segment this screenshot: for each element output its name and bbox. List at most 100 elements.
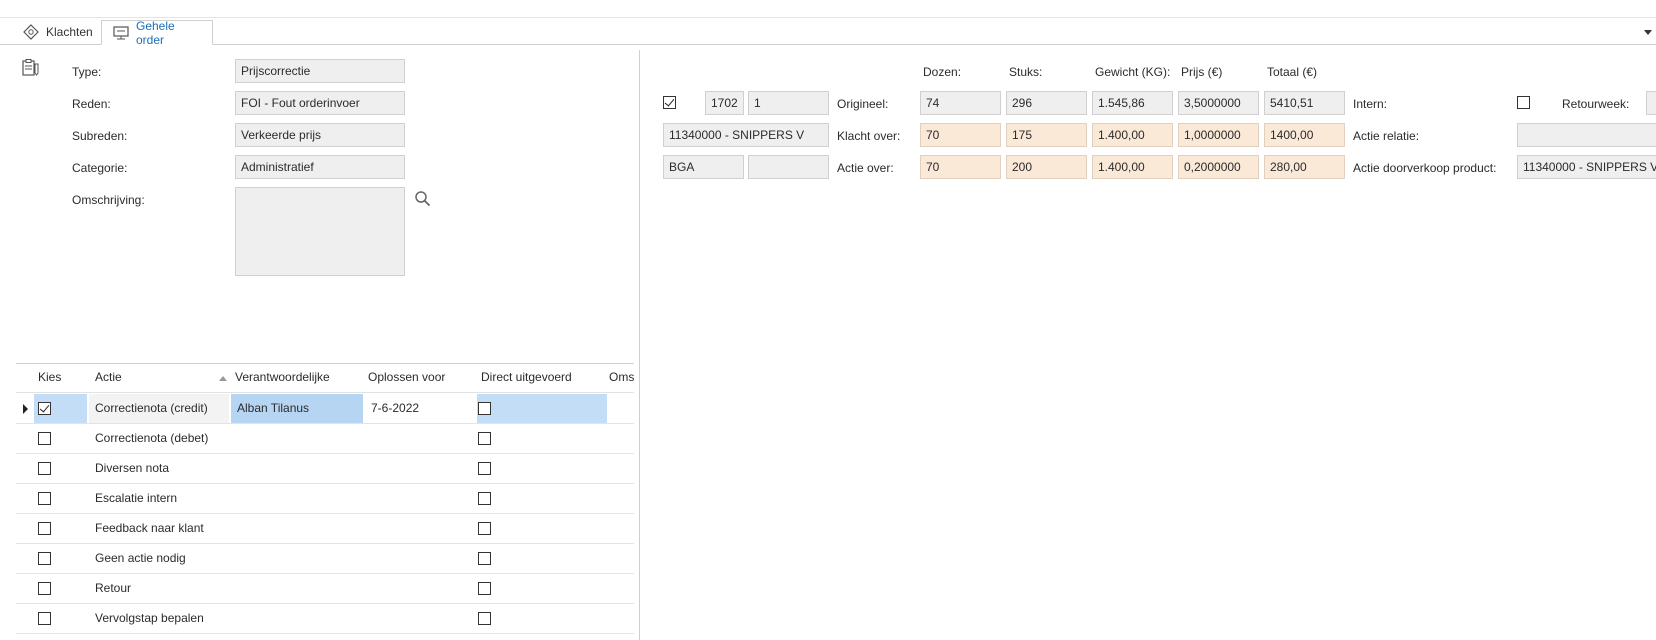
- actie-cell[interactable]: Geen actie nodig: [89, 544, 229, 573]
- verantwoordelijke-cell[interactable]: [231, 604, 363, 633]
- direct-uitgevoerd-checkbox[interactable]: [478, 582, 491, 595]
- column-header-actie[interactable]: Actie: [95, 370, 122, 384]
- kies-cell[interactable]: [34, 394, 87, 423]
- kies-checkbox[interactable]: [38, 462, 51, 475]
- actie-prijs-field[interactable]: 0,2000000: [1178, 155, 1259, 179]
- actie-cell[interactable]: Escalatie intern: [89, 484, 229, 513]
- direct-uitgevoerd-checkbox[interactable]: [478, 552, 491, 565]
- table-row[interactable]: Escalatie intern: [16, 484, 634, 514]
- tab-gehele-order[interactable]: Gehele order: [101, 19, 213, 47]
- omschrijving-textarea[interactable]: [235, 187, 405, 276]
- intern-checkbox[interactable]: [1517, 96, 1530, 109]
- actie-cell[interactable]: Diversen nota: [89, 454, 229, 483]
- direct-uitgevoerd-cell[interactable]: [477, 394, 607, 423]
- verantwoordelijke-cell[interactable]: [231, 514, 363, 543]
- kies-checkbox[interactable]: [38, 402, 51, 415]
- verantwoordelijke-cell[interactable]: [231, 484, 363, 513]
- kies-checkbox[interactable]: [38, 522, 51, 535]
- verantwoordelijke-cell[interactable]: [231, 424, 363, 453]
- origineel-gewicht-field[interactable]: 1.545,86: [1092, 91, 1173, 115]
- kies-cell[interactable]: [34, 484, 87, 513]
- direct-uitgevoerd-cell[interactable]: [477, 544, 607, 573]
- klacht-totaal-field[interactable]: 1400,00: [1264, 123, 1345, 147]
- chevron-down-icon[interactable]: [1644, 30, 1652, 35]
- kies-cell[interactable]: [34, 604, 87, 633]
- column-header-oplossen-voor[interactable]: Oplossen voor: [368, 370, 445, 384]
- kies-checkbox[interactable]: [38, 612, 51, 625]
- klacht-stuks-field[interactable]: 175: [1006, 123, 1087, 147]
- kies-checkbox[interactable]: [38, 582, 51, 595]
- verantwoordelijke-cell[interactable]: [231, 574, 363, 603]
- table-row[interactable]: Correctienota (credit) Alban Tilanus 7-6-2…: [16, 394, 634, 424]
- direct-uitgevoerd-cell[interactable]: [477, 514, 607, 543]
- actie-cell[interactable]: Vervolgstap bepalen: [89, 604, 229, 633]
- line-number-field[interactable]: 1: [748, 91, 829, 115]
- code-field[interactable]: BGA: [663, 155, 744, 179]
- actie-dozen-field[interactable]: 70: [920, 155, 1001, 179]
- column-header-oms[interactable]: Oms: [609, 370, 634, 384]
- kies-checkbox[interactable]: [38, 492, 51, 505]
- actie-gewicht-field[interactable]: 1.400,00: [1092, 155, 1173, 179]
- oplossen-voor-cell[interactable]: [365, 544, 475, 573]
- direct-uitgevoerd-cell[interactable]: [477, 574, 607, 603]
- kies-checkbox[interactable]: [38, 432, 51, 445]
- table-row[interactable]: Feedback naar klant: [16, 514, 634, 544]
- origineel-stuks-field[interactable]: 296: [1006, 91, 1087, 115]
- table-row[interactable]: Retour: [16, 574, 634, 604]
- verantwoordelijke-cell[interactable]: [231, 544, 363, 573]
- order-number-field[interactable]: 1702: [705, 91, 744, 115]
- actie-totaal-field[interactable]: 280,00: [1264, 155, 1345, 179]
- tab-klachten[interactable]: Klachten: [12, 20, 102, 44]
- actie-cell[interactable]: Correctienota (debet): [89, 424, 229, 453]
- klacht-gewicht-field[interactable]: 1.400,00: [1092, 123, 1173, 147]
- type-field[interactable]: Prijscorrectie: [235, 59, 405, 83]
- direct-uitgevoerd-checkbox[interactable]: [478, 432, 491, 445]
- oplossen-voor-cell[interactable]: [365, 574, 475, 603]
- search-icon[interactable]: [414, 190, 432, 211]
- verantwoordelijke-cell[interactable]: Alban Tilanus: [231, 394, 363, 423]
- product-field[interactable]: 11340000 - SNIPPERS V: [663, 123, 829, 147]
- kies-cell[interactable]: [34, 544, 87, 573]
- klacht-prijs-field[interactable]: 1,0000000: [1178, 123, 1259, 147]
- kies-checkbox[interactable]: [38, 552, 51, 565]
- actie-doorverkoop-field[interactable]: 11340000 - SNIPPERS V: [1517, 155, 1656, 179]
- column-header-kies[interactable]: Kies: [38, 370, 61, 384]
- origineel-prijs-field[interactable]: 3,5000000: [1178, 91, 1259, 115]
- direct-uitgevoerd-checkbox[interactable]: [478, 462, 491, 475]
- oplossen-voor-cell[interactable]: [365, 424, 475, 453]
- code2-field[interactable]: [748, 155, 829, 179]
- table-row[interactable]: Diversen nota: [16, 454, 634, 484]
- direct-uitgevoerd-checkbox[interactable]: [478, 402, 491, 415]
- kies-cell[interactable]: [34, 514, 87, 543]
- direct-uitgevoerd-cell[interactable]: [477, 454, 607, 483]
- verantwoordelijke-cell[interactable]: [231, 454, 363, 483]
- kies-cell[interactable]: [34, 424, 87, 453]
- table-row[interactable]: Geen actie nodig: [16, 544, 634, 574]
- direct-uitgevoerd-checkbox[interactable]: [478, 522, 491, 535]
- reden-field[interactable]: FOI - Fout orderinvoer: [235, 91, 405, 115]
- actie-relatie-field[interactable]: [1517, 123, 1656, 147]
- origineel-totaal-field[interactable]: 5410,51: [1264, 91, 1345, 115]
- retourweek-field[interactable]: [1646, 91, 1656, 115]
- oplossen-voor-cell[interactable]: [365, 484, 475, 513]
- actie-cell[interactable]: Retour: [89, 574, 229, 603]
- categorie-field[interactable]: Administratief: [235, 155, 405, 179]
- origineel-dozen-field[interactable]: 74: [920, 91, 1001, 115]
- actie-cell[interactable]: Feedback naar klant: [89, 514, 229, 543]
- kies-cell[interactable]: [34, 454, 87, 483]
- oplossen-voor-cell[interactable]: 7-6-2022: [365, 394, 475, 423]
- oplossen-voor-cell[interactable]: [365, 454, 475, 483]
- column-header-direct-uitgevoerd[interactable]: Direct uitgevoerd: [481, 370, 572, 384]
- subreden-field[interactable]: Verkeerde prijs: [235, 123, 405, 147]
- klacht-dozen-field[interactable]: 70: [920, 123, 1001, 147]
- direct-uitgevoerd-checkbox[interactable]: [478, 492, 491, 505]
- direct-uitgevoerd-cell[interactable]: [477, 604, 607, 633]
- table-row[interactable]: Vervolgstap bepalen: [16, 604, 634, 634]
- kies-cell[interactable]: [34, 574, 87, 603]
- oplossen-voor-cell[interactable]: [365, 514, 475, 543]
- actie-cell[interactable]: Correctienota (credit): [89, 394, 229, 423]
- panel-splitter[interactable]: [639, 50, 640, 640]
- direct-uitgevoerd-cell[interactable]: [477, 484, 607, 513]
- order-line-select-checkbox[interactable]: [663, 96, 676, 109]
- direct-uitgevoerd-cell[interactable]: [477, 424, 607, 453]
